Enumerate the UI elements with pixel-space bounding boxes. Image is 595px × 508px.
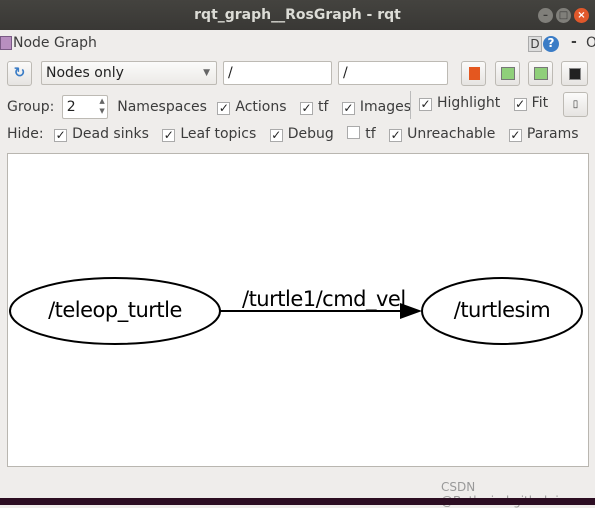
chevron-down-icon: ▼ [203, 68, 210, 78]
hide-label: Hide: [7, 126, 44, 142]
node-filter-input[interactable]: / [223, 61, 332, 85]
graph-mode-select[interactable]: Nodes only ▼ [41, 61, 217, 85]
group-value: 2 [66, 99, 76, 115]
desktop-strip [0, 498, 595, 505]
close-plugin-button[interactable]: O [586, 35, 595, 51]
checkbox-unreachable[interactable]: ✓ Unreachable [389, 126, 495, 142]
dock-button[interactable]: D [528, 36, 542, 52]
fit-view-button[interactable]: ▯ [563, 92, 588, 117]
checkbox-tf[interactable]: ✓ tf [299, 99, 328, 115]
graph-canvas[interactable]: /teleop_turtle /turtlesim /turtle1/cmd_v… [7, 153, 589, 467]
maximize-button[interactable]: □ [556, 8, 571, 23]
options-row: Group: 2 ▲ ▼ Namespaces ✓ Actions ✓ tf ✓ Imag… [7, 95, 420, 119]
checkbox-images[interactable]: ✓ Images [341, 99, 411, 115]
load-dot-button[interactable] [461, 61, 486, 86]
group-label: Group: [7, 99, 55, 115]
save-dot-button[interactable] [495, 61, 520, 86]
help-icon[interactable]: ? [543, 36, 559, 52]
graph-mode-value: Nodes only [46, 65, 124, 81]
minimize-button[interactable]: – [538, 8, 553, 23]
edge-label: /turtle1/cmd_vel [242, 287, 406, 311]
spin-arrows-icon[interactable]: ▲ ▼ [99, 96, 104, 116]
window-title: rqt_graph__RosGraph - rqt [194, 7, 401, 23]
checkbox-fit[interactable]: ✓ Fit [513, 95, 548, 111]
image-icon [569, 68, 581, 80]
plugin-title: Node Graph [13, 35, 97, 51]
checkbox-dead-sinks[interactable]: ✓ Dead sinks [54, 126, 149, 142]
close-button[interactable]: × [574, 8, 589, 23]
group-spinbox[interactable]: 2 ▲ ▼ [61, 95, 108, 119]
plugin-icon [0, 36, 12, 50]
refresh-icon[interactable]: ↻ [7, 61, 32, 86]
checkbox-leaf-topics[interactable]: ✓ Leaf topics [162, 126, 256, 142]
minimize-plugin-button[interactable]: - [571, 34, 577, 50]
save-icon [534, 67, 548, 80]
save-svg-button[interactable] [528, 61, 553, 86]
node-label-teleop-turtle: /teleop_turtle [48, 298, 182, 322]
checkbox-actions[interactable]: ✓ Actions [217, 99, 287, 115]
save-icon [501, 67, 515, 80]
checkbox-highlight[interactable]: ✓ Highlight [419, 95, 500, 111]
hide-row: Hide: ✓ Dead sinks ✓ Leaf topics ✓ Debug tf… [7, 126, 588, 142]
checkbox-debug[interactable]: ✓ Debug [269, 126, 334, 142]
topic-filter-input[interactable]: / [338, 61, 448, 85]
save-image-button[interactable] [561, 61, 588, 86]
node-label-turtlesim: /turtlesim [453, 298, 551, 322]
folder-icon [469, 67, 480, 80]
checkbox-params[interactable]: ✓ Params [508, 126, 579, 142]
window-titlebar: rqt_graph__RosGraph - rqt – □ × [0, 0, 595, 30]
separator [410, 91, 411, 119]
checkbox-hide-tf[interactable]: tf [347, 126, 376, 142]
namespaces-label: Namespaces [117, 99, 207, 115]
